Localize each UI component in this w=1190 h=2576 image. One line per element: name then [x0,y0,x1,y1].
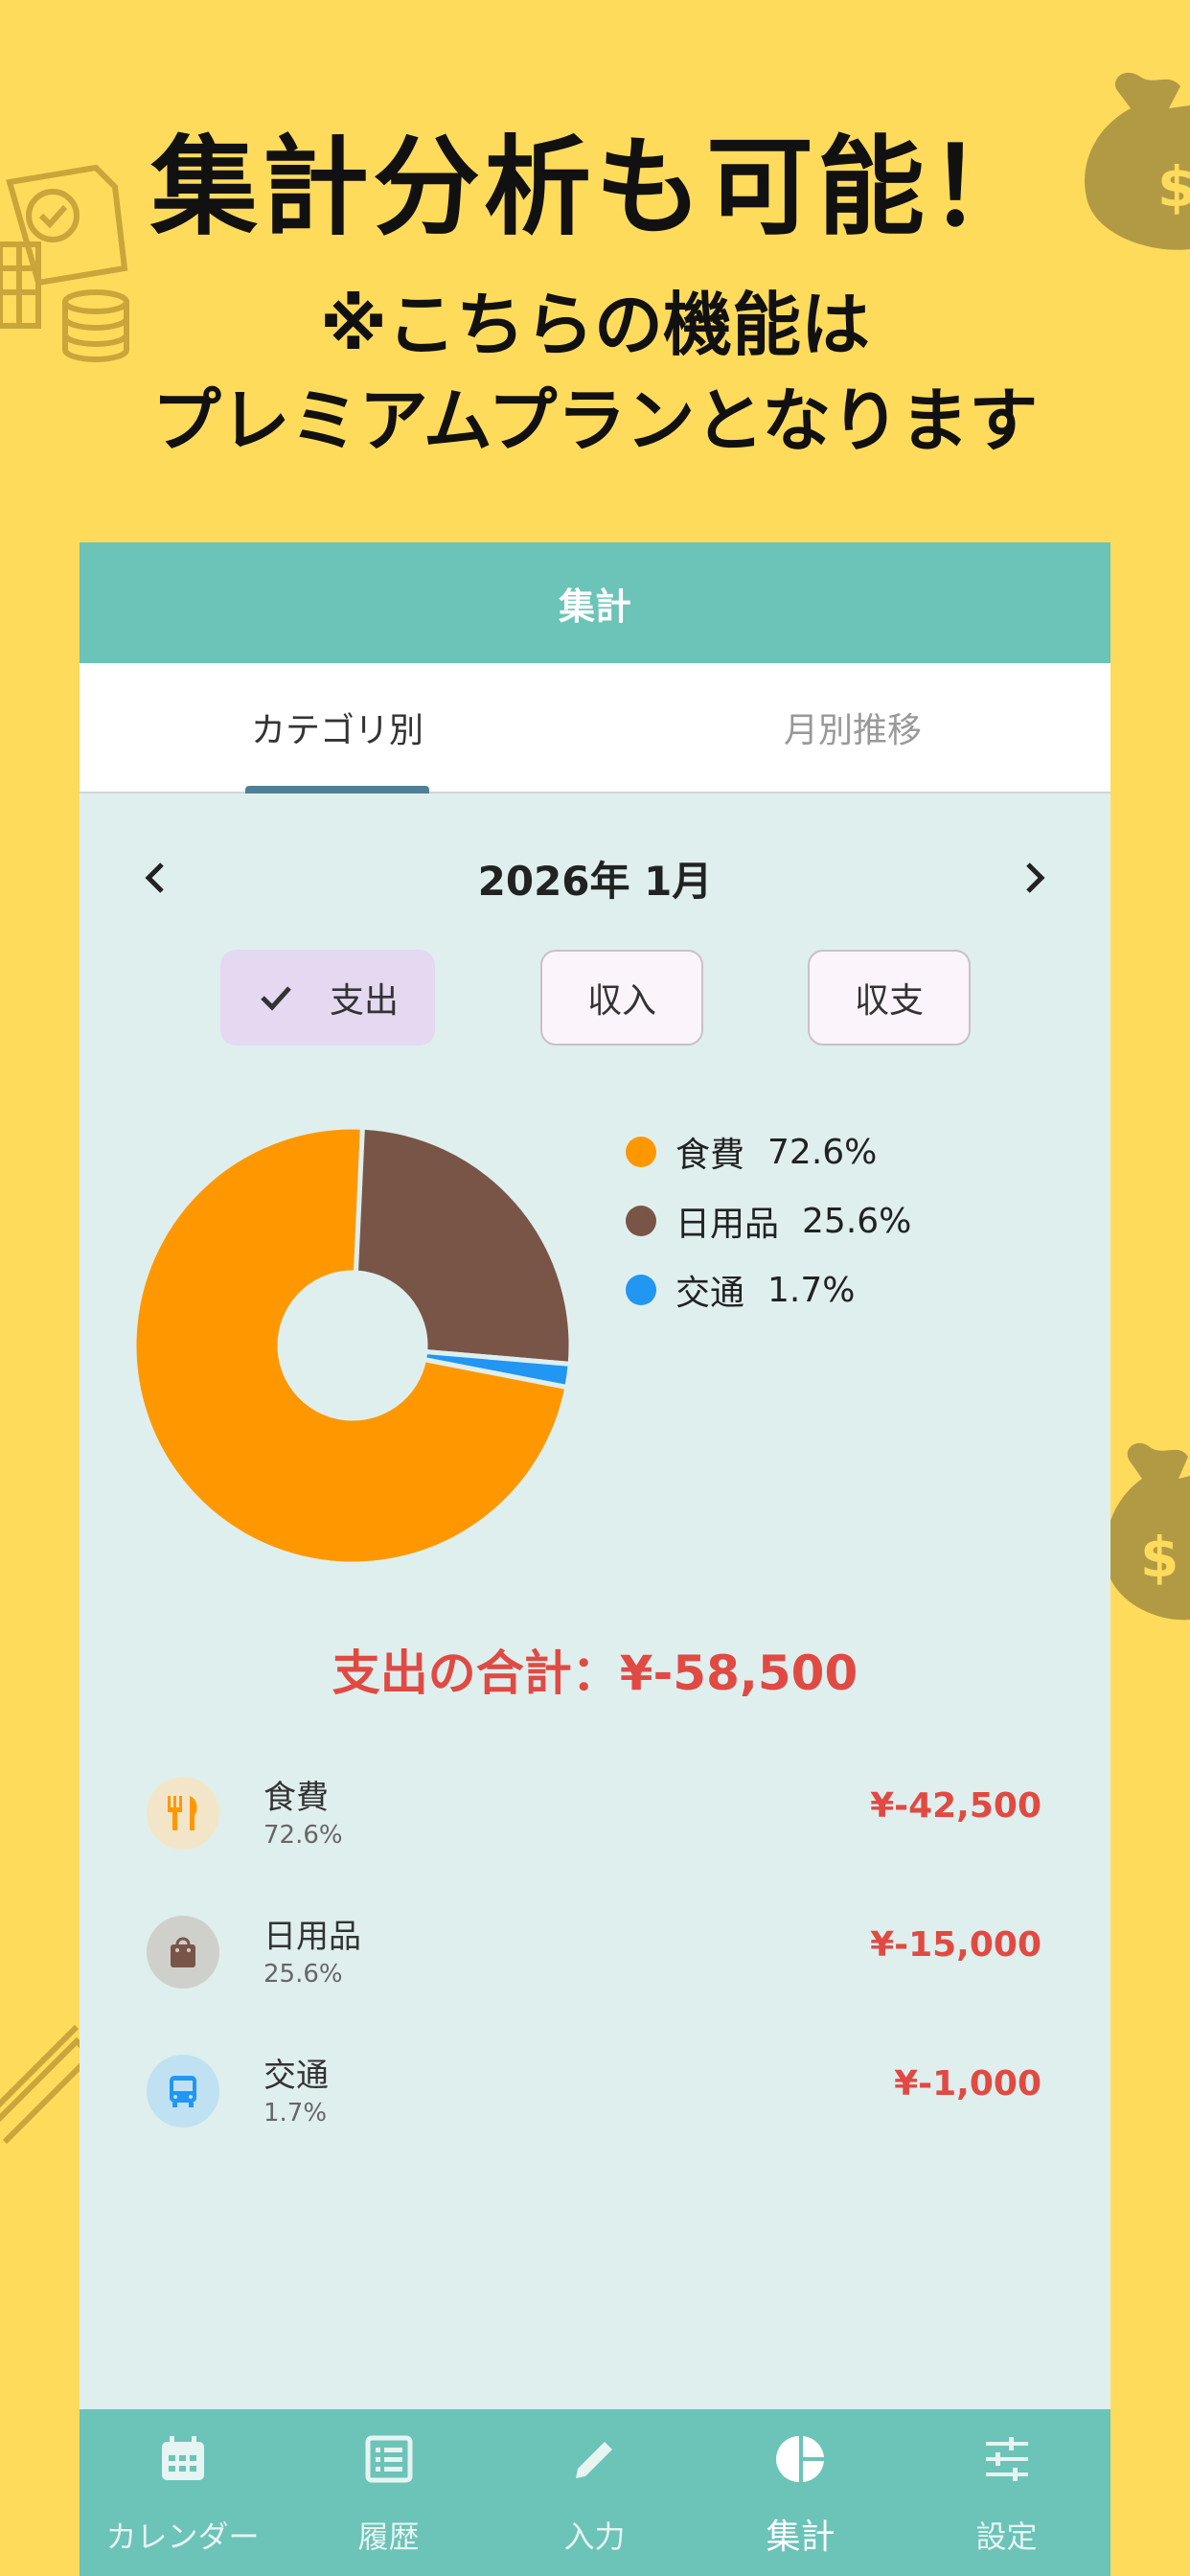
pie-slice-1 [353,1124,574,1368]
legend-dot [626,1275,656,1305]
invoice-calculator-icon [0,164,129,362]
legend-item: 食費 72.6% [626,1117,1086,1186]
nav-label: 入力 [563,2518,626,2555]
legend-dot [626,1206,656,1236]
legend-pct: 25.6% [802,1201,912,1241]
pie-chart [131,1124,574,1567]
month-selector: 2026年 1月 [80,830,1110,926]
calendar-icon [162,2436,204,2480]
expense-total: 支出の合計：¥-58,500 [332,1645,858,1701]
chevron-right-icon [1026,862,1045,893]
legend-name: 日用品 [675,1205,780,1244]
filter-balance-chip[interactable]: 収支 [808,950,971,1046]
nav-input[interactable]: 入力 [492,2409,698,2576]
nav-label: 履歴 [357,2518,420,2555]
filter-expense-label: 支出 [329,981,399,1021]
filter-income-label: 収入 [586,981,656,1021]
category-name: 食費 [263,1779,329,1817]
list-item[interactable]: 日用品 25.6% ¥-15,000 [80,1897,1110,2036]
shopping-bag-icon [147,1916,219,1989]
nav-label: 設定 [975,2518,1038,2555]
legend-pct: 72.6% [767,1132,878,1172]
promo-subline-2: プレミアムプランとなります [151,380,1039,461]
list-item[interactable]: 食費 72.6% ¥-42,500 [80,1758,1110,1897]
fork-knife-icon [147,1777,219,1850]
tab-by-category[interactable]: カテゴリ別 [80,663,595,792]
app-bar: 集計 [80,542,1110,663]
category-name: 交通 [263,2057,329,2095]
category-list: 食費 72.6% ¥-42,500 日用品 25.6% ¥-15,000 交通 … [80,1758,1110,2174]
chart-legend: 食費 72.6% 日用品 25.6% 交通 1.7% [626,1117,1086,1324]
list-icon [365,2435,413,2483]
month-label: 2026年 1月 [477,857,713,905]
bus-icon [147,2055,219,2128]
category-amount: ¥-42,500 [870,1786,1041,1826]
filter-expense-chip[interactable]: 支出 [220,950,435,1046]
prev-month-button[interactable] [127,849,185,907]
nav-settings[interactable]: 設定 [904,2409,1110,2576]
pie-chart-svg [131,1124,574,1567]
pie-chart-icon [776,2436,824,2482]
legend-pct: 1.7% [767,1270,856,1310]
filter-income-chip[interactable]: 収入 [540,950,703,1046]
category-amount: ¥-1,000 [894,2064,1041,2104]
promo-subline-1: ※こちらの機能は [320,285,870,365]
legend-item: 日用品 25.6% [626,1186,1086,1255]
app-bar-title: 集計 [558,585,631,628]
category-pct: 25.6% [263,1960,343,1989]
tab-monthly-trend[interactable]: 月別推移 [595,663,1110,792]
money-bag-icon: $ [1085,72,1190,250]
nav-history[interactable]: 履歴 [286,2409,492,2576]
app-screen: 集計 カテゴリ別 月別推移 2026年 1月 支出 収入 収支 食費 72.6% [80,542,1110,2576]
legend-name: 交通 [675,1274,745,1313]
svg-text:$: $ [1157,154,1190,219]
money-bag-icon-2: $ [1105,1442,1190,1621]
check-icon [261,986,291,1011]
legend-dot [626,1137,656,1167]
legend-item: 交通 1.7% [626,1255,1086,1324]
promo-headline: 集計分析も可能！ [150,126,1040,250]
legend-name: 食費 [675,1136,745,1175]
pencil-icon [576,2442,612,2478]
svg-text:$: $ [1140,1525,1179,1590]
tab-bar: カテゴリ別 月別推移 [80,663,1110,794]
bottom-nav: カレンダー 履歴 入力 集計 設定 [80,2409,1110,2576]
list-item[interactable]: 交通 1.7% ¥-1,000 [80,2036,1110,2174]
nav-label: カレンダー [105,2518,260,2555]
category-name: 日用品 [263,1918,361,1956]
nav-label: 集計 [766,2518,835,2557]
filter-balance-label: 収支 [854,981,924,1021]
nav-calendar[interactable]: カレンダー [80,2409,286,2576]
category-pct: 72.6% [263,1821,343,1850]
pencil-decoration-icon [0,2024,86,2145]
nav-summary[interactable]: 集計 [698,2409,904,2576]
category-pct: 1.7% [263,2099,328,2128]
category-amount: ¥-15,000 [870,1925,1041,1965]
chevron-left-icon [145,862,164,893]
sliders-icon [986,2437,1028,2481]
next-month-button[interactable] [1005,849,1063,907]
tab-indicator [245,786,429,794]
